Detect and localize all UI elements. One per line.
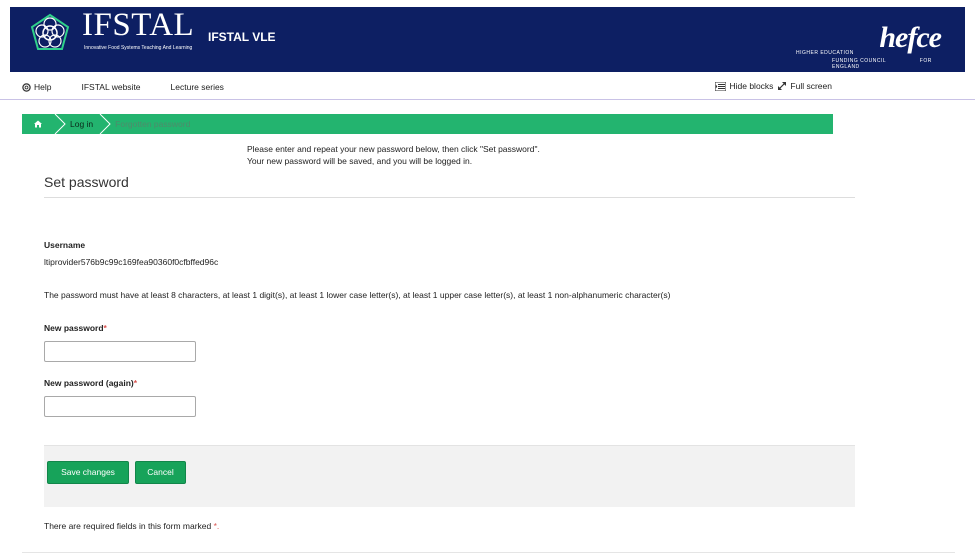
nav-links: Help IFSTAL website Lecture series: [22, 82, 224, 92]
hefce-line1: HIGHER EDUCATION: [796, 50, 854, 56]
hefce-wordmark: hefce: [879, 21, 942, 54]
breadcrumb-separator-icon: [54, 114, 66, 134]
site-header: IFSTAL Innovative Food Systems Teaching …: [10, 7, 965, 72]
breadcrumb-separator-icon: [99, 114, 111, 134]
page-title: Set password: [44, 174, 129, 190]
breadcrumb-login[interactable]: Log in: [66, 119, 99, 129]
hide-blocks-button[interactable]: Hide blocks: [715, 81, 773, 91]
required-marker: *: [133, 378, 138, 388]
ifstal-logo-icon: [30, 13, 70, 50]
full-screen-label: Full screen: [790, 81, 832, 91]
help-menu[interactable]: Help: [22, 82, 51, 92]
new-password-again-input[interactable]: [44, 396, 196, 417]
logo-text[interactable]: IFSTAL: [82, 7, 194, 44]
breadcrumb-forgotten-password: Forgotten password: [115, 119, 191, 129]
required-note-marker: *.: [213, 521, 220, 531]
logo-subtitle: Innovative Food Systems Teaching And Lea…: [84, 45, 193, 51]
new-password-label-text: New password: [44, 323, 104, 333]
form-buttons-panel: Save changes Cancel: [44, 445, 855, 507]
password-rules: The password must have at least 8 charac…: [44, 290, 671, 300]
top-navigation: Help IFSTAL website Lecture series Hide …: [0, 75, 975, 100]
ifstal-website-link[interactable]: IFSTAL website: [81, 82, 140, 92]
full-screen-button[interactable]: Full screen: [777, 81, 832, 91]
lectures-label: Lecture series: [170, 82, 224, 92]
breadcrumb: Log in Forgotten password: [22, 114, 833, 134]
new-password-again-label-text: New password (again): [44, 378, 134, 388]
help-label: Help: [34, 82, 52, 92]
username-value: ltiprovider576b9c99c169fea90360f0cfbffed…: [44, 257, 219, 267]
nav-actions: Hide blocks Full screen: [715, 81, 832, 91]
required-marker: *: [103, 323, 107, 333]
username-label: Username: [44, 240, 86, 250]
website-label: IFSTAL website: [81, 82, 141, 92]
save-changes-button[interactable]: Save changes: [47, 461, 129, 484]
new-password-input[interactable]: [44, 341, 196, 362]
new-password-again-label: New password (again)*: [44, 378, 137, 388]
lecture-series-link[interactable]: Lecture series: [171, 82, 224, 92]
hide-blocks-label: Hide blocks: [729, 81, 774, 91]
lifebuoy-icon: [22, 82, 31, 92]
cancel-button[interactable]: Cancel: [135, 461, 186, 484]
site-title[interactable]: IFSTAL VLE: [208, 30, 276, 44]
hefce-logo: hefce HIGHER EDUCATION FUNDING COUNCIL F…: [796, 21, 951, 70]
home-icon: [34, 120, 42, 128]
expand-icon: [778, 82, 787, 90]
new-password-label: New password*: [44, 323, 107, 333]
breadcrumb-home[interactable]: [22, 120, 54, 128]
title-divider: [44, 197, 855, 198]
intro-line2: Your new password will be saved, and you…: [247, 156, 473, 166]
hide-blocks-icon: [715, 81, 727, 91]
intro-line1: Please enter and repeat your new passwor…: [247, 144, 540, 154]
intro-message: Please enter and repeat your new passwor…: [247, 143, 540, 167]
required-note-text: There are required fields in this form m…: [44, 521, 212, 531]
required-fields-note: There are required fields in this form m…: [44, 521, 219, 531]
